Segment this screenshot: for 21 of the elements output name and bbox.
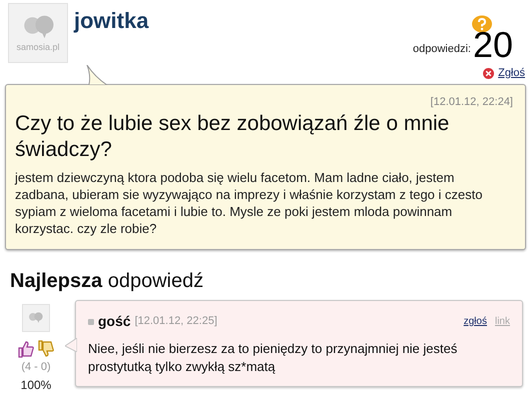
close-icon — [483, 68, 494, 79]
vote-score: (4 - 0) — [21, 360, 51, 375]
question-title: Czy to że lubie sex bez zobowiązań źle o mnie świadczy? — [15, 111, 450, 163]
report-link[interactable]: zgłoś — [464, 314, 487, 329]
vote-percent: 100% — [20, 376, 52, 394]
answer-author: gość — [98, 312, 131, 331]
username-link[interactable]: jowitka — [74, 7, 149, 63]
bullet-icon — [88, 318, 94, 324]
thumbs-down-icon — [37, 340, 55, 358]
question-date: [12.01.12, 22:24] — [430, 94, 513, 110]
best-answer-heading: Najlepsza odpowiedź — [10, 269, 204, 294]
thumbs-up-icon — [17, 340, 35, 358]
report-link[interactable]: Zgłoś — [498, 65, 525, 82]
answer-text: Niee, jeśli nie bierzesz za to pieniędzy to przynajmniej nie jesteś prostytutką tylko zwykłą sz*matą — [88, 340, 458, 376]
question-body: jestem dziewczyną ktora podoba się wielu facetom. Mam ladne ciało, jestem zadbana, ubieram sie wyzywająco na imprezy i właśnie korzystam z tego i czesto sypiam z wieloma facetami i lubie to. Mysle ze poki jestem mloda powinnam korzystac. czy zle robie? — [15, 169, 484, 237]
answer-date: [12.01.12, 22:25] — [134, 314, 218, 330]
answers-label: odpowiedzi: — [412, 42, 471, 56]
speech-bubbles-icon — [28, 312, 44, 324]
speech-bubbles-icon — [22, 14, 54, 38]
avatar-logo-text: samosia.pl — [16, 42, 60, 52]
answers-count: 20 — [472, 27, 513, 63]
